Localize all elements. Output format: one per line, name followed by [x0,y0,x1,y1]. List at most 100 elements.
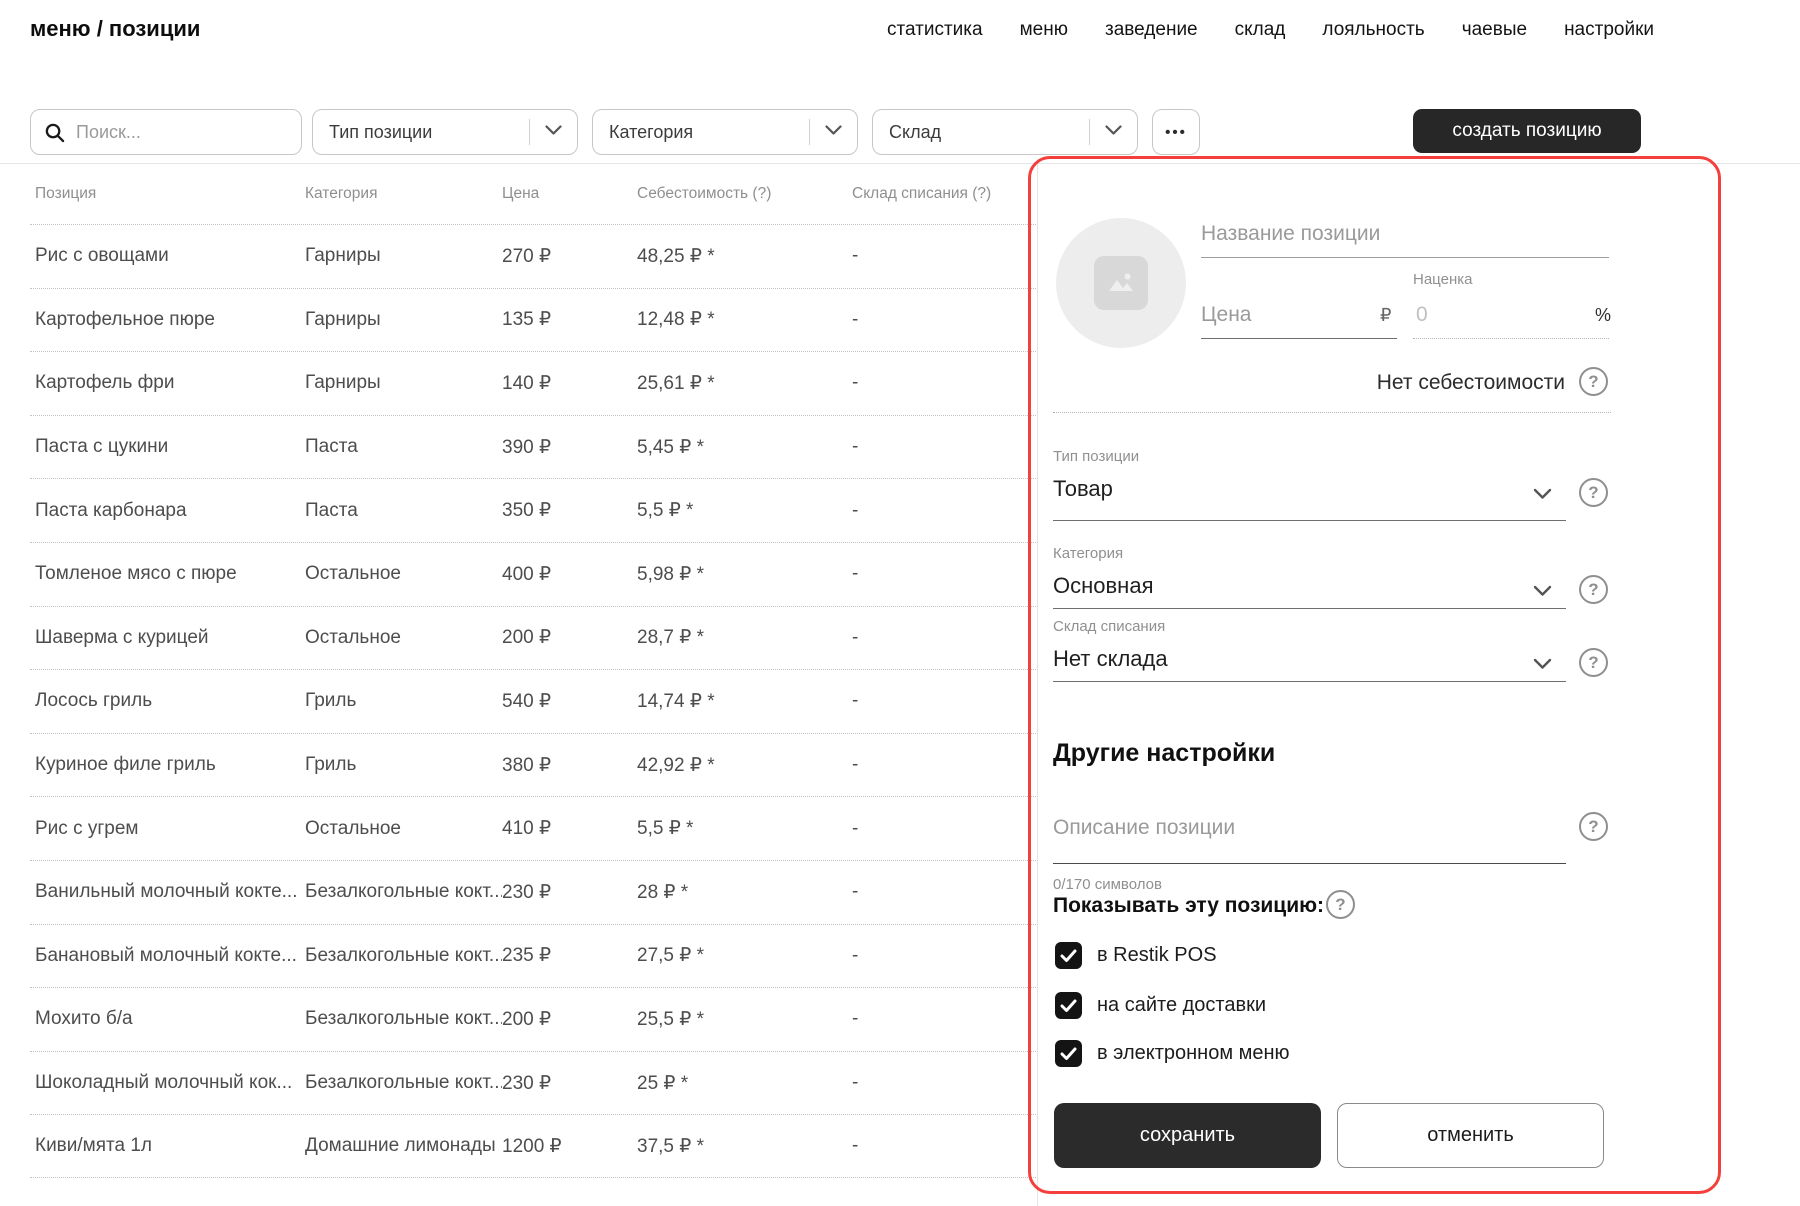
divider [809,119,810,145]
nav-item-tips[interactable]: чаевые [1462,19,1527,41]
type-help-icon[interactable]: ? [1579,478,1608,507]
cell-category: Гарниры [305,245,502,267]
markup-underline [1413,338,1609,339]
table-row[interactable]: Рис с угремОстальное410 ₽5,5 ₽ *- [30,796,1038,860]
cell-name: Ванильный молочный кокте... [35,881,305,903]
position-image-upload[interactable] [1056,218,1186,348]
table-row[interactable]: Картофельное пюреГарниры135 ₽12,48 ₽ *- [30,288,1038,352]
writeoff-select[interactable]: Нет склада [1053,646,1168,672]
cell-stock: - [852,245,1038,267]
cell-price: 380 ₽ [502,754,637,777]
position-name-input[interactable]: Название позиции [1201,222,1380,246]
table-row[interactable]: Куриное филе грильГриль380 ₽42,92 ₽ *- [30,733,1038,797]
cell-stock: - [852,627,1038,649]
cell-stock: - [852,945,1038,967]
cell-category: Гарниры [305,309,502,331]
price-input[interactable]: Цена [1201,303,1252,327]
category-field-label: Категория [1053,545,1123,562]
checkbox-restik-pos[interactable]: в Restik POS [1055,942,1217,969]
filter-category[interactable]: Категория [592,109,858,155]
cell-name: Паста карбонара [35,500,305,522]
table-row[interactable]: Паста карбонараПаста350 ₽5,5 ₽ *- [30,478,1038,542]
cell-name: Банановый молочный кокте... [35,945,305,967]
cell-category: Остальное [305,627,502,649]
create-position-button[interactable]: создать позицию [1413,109,1641,153]
nav-item-statistics[interactable]: статистика [887,19,983,41]
table-row[interactable]: Шоколадный молочный кок...Безалкогольные… [30,1051,1038,1115]
show-position-help-icon[interactable]: ? [1326,890,1355,919]
markup-input[interactable]: 0 [1416,303,1428,327]
cell-price: 140 ₽ [502,372,637,395]
ruble-symbol: ₽ [1380,305,1391,326]
chevron-down-icon[interactable] [1533,584,1552,602]
search-box[interactable] [30,109,302,155]
type-select[interactable]: Товар [1053,476,1113,502]
nav-item-venue[interactable]: заведение [1105,19,1198,41]
table-row[interactable]: Картофель фриГарниры140 ₽25,61 ₽ *- [30,351,1038,415]
table-row[interactable]: Киви/мята 1лДомашние лимонады1200 ₽37,5 … [30,1114,1038,1178]
filter-item-type-label: Тип позиции [313,122,529,143]
nav-item-settings[interactable]: настройки [1564,19,1654,41]
cell-price: 350 ₽ [502,499,637,522]
col-stock: Склад списания (?) [852,185,1038,203]
cell-stock: - [852,818,1038,840]
nav-item-warehouse[interactable]: склад [1235,19,1286,41]
cell-category: Безалкогольные кокт... [305,1008,502,1030]
cell-cost: 25,61 ₽ * [637,372,852,395]
cell-cost: 25,5 ₽ * [637,1008,852,1031]
description-help-icon[interactable]: ? [1579,812,1608,841]
filter-category-label: Категория [593,122,809,143]
col-position: Позиция [35,185,305,203]
breadcrumb: меню / позиции [30,16,200,42]
writeoff-underline [1053,681,1566,682]
table-row[interactable]: Лосось грильГриль540 ₽14,74 ₽ *- [30,669,1038,733]
price-underline [1201,338,1397,339]
checkbox-delivery-site[interactable]: на сайте доставки [1055,992,1266,1019]
cancel-button[interactable]: отменить [1337,1103,1604,1168]
cell-stock: - [852,881,1038,903]
category-select[interactable]: Основная [1053,573,1153,599]
cell-category: Безалкогольные кокт... [305,1072,502,1094]
table-row[interactable]: Мохито б/аБезалкогольные кокт...200 ₽25,… [30,987,1038,1051]
cell-price: 200 ₽ [502,1008,637,1031]
no-cost-help-icon[interactable]: ? [1579,367,1608,396]
table-row[interactable]: Паста с цукиниПаста390 ₽5,45 ₽ *- [30,415,1038,479]
cell-cost: 14,74 ₽ * [637,690,852,713]
cell-stock: - [852,754,1038,776]
table-row[interactable]: Рис с овощамиГарниры270 ₽48,25 ₽ *- [30,224,1038,288]
description-input[interactable]: Описание позиции [1053,816,1235,840]
cell-stock: - [852,1135,1038,1157]
nav-item-loyalty[interactable]: лояльность [1322,19,1424,41]
cell-price: 230 ₽ [502,1072,637,1095]
cell-name: Картофельное пюре [35,309,305,331]
filter-item-type[interactable]: Тип позиции [312,109,578,155]
ellipsis-icon: ••• [1165,124,1187,141]
cell-cost: 48,25 ₽ * [637,245,852,268]
top-nav: статистика меню заведение склад лояльнос… [887,19,1654,41]
cell-category: Остальное [305,563,502,585]
category-help-icon[interactable]: ? [1579,575,1608,604]
cell-price: 400 ₽ [502,563,637,586]
search-input[interactable] [76,122,288,143]
writeoff-help-icon[interactable]: ? [1579,648,1608,677]
checkbox-emenu[interactable]: в электронном меню [1055,1040,1290,1067]
filter-warehouse-label: Склад [873,122,1089,143]
chevron-down-icon[interactable] [1533,487,1552,505]
filter-warehouse[interactable]: Склад [872,109,1138,155]
nav-item-menu[interactable]: меню [1020,19,1068,41]
table-row[interactable]: Ванильный молочный кокте...Безалкогольны… [30,860,1038,924]
no-cost-label: Нет себестоимости [1038,371,1565,395]
cell-name: Киви/мята 1л [35,1135,305,1157]
cell-name: Картофель фри [35,372,305,394]
more-options-button[interactable]: ••• [1152,109,1200,155]
table-row[interactable]: Томленое мясо с пюреОстальное400 ₽5,98 ₽… [30,542,1038,606]
cell-cost: 28 ₽ * [637,881,852,904]
table-row[interactable]: Банановый молочный кокте...Безалкогольны… [30,924,1038,988]
cell-stock: - [852,1008,1038,1030]
cell-name: Мохито б/а [35,1008,305,1030]
checkbox-label: на сайте доставки [1097,994,1266,1017]
chevron-down-icon[interactable] [1533,657,1552,675]
cell-stock: - [852,372,1038,394]
save-button[interactable]: сохранить [1054,1103,1321,1168]
table-row[interactable]: Шаверма с курицейОстальное200 ₽28,7 ₽ *- [30,606,1038,670]
